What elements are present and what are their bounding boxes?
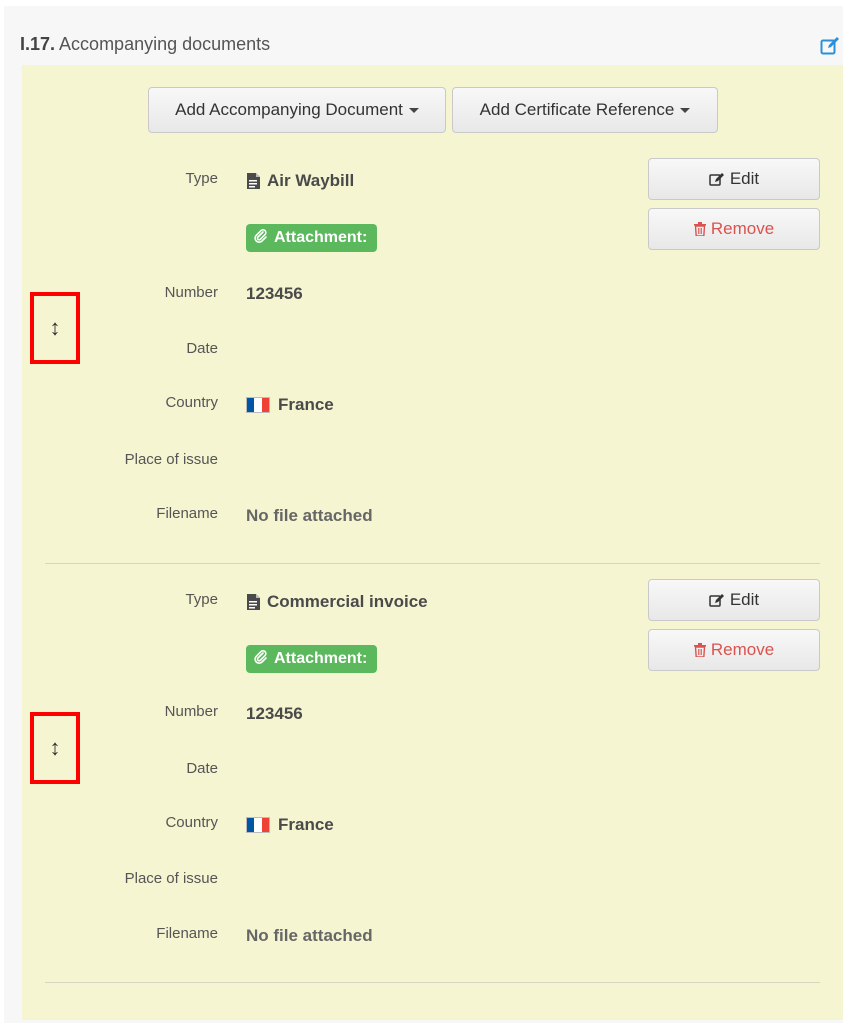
file-text-icon <box>246 173 261 189</box>
divider <box>45 982 820 983</box>
country-label: Country <box>165 394 218 411</box>
paperclip-icon <box>254 649 268 669</box>
edit-label: Edit <box>729 590 760 609</box>
country-value: France <box>246 395 334 415</box>
type-label: Type <box>185 170 218 187</box>
caret-down-icon <box>408 107 419 113</box>
edit-label: Edit <box>729 169 760 188</box>
drag-handle[interactable]: ↕ <box>30 292 80 364</box>
place-of-issue-label: Place of issue <box>124 870 218 887</box>
trash-icon <box>693 643 706 657</box>
edit-icon <box>709 593 725 608</box>
add-accompanying-document-button[interactable]: Add Accompanying Document <box>148 87 446 133</box>
france-flag-icon <box>246 817 270 833</box>
vertical-arrows-icon: ↕ <box>49 315 61 340</box>
filename-label: Filename <box>156 925 218 942</box>
france-flag-icon <box>246 397 270 413</box>
remove-button[interactable]: Remove <box>648 208 820 250</box>
number-value: 123456 <box>246 704 303 723</box>
country-text: France <box>278 395 334 414</box>
type-text: Air Waybill <box>267 171 355 190</box>
country-text: France <box>278 815 334 834</box>
edit-icon <box>709 172 725 187</box>
filename-label: Filename <box>156 505 218 522</box>
filename-value: No file attached <box>246 926 373 945</box>
caret-down-icon <box>680 107 691 113</box>
attachment-badge[interactable]: Attachment: <box>246 224 378 252</box>
section-title: I.17. Accompanying documents <box>20 34 270 55</box>
type-value: Air Waybill <box>246 171 354 191</box>
filename-value: No file attached <box>246 506 373 525</box>
edit-button[interactable]: Edit <box>648 158 820 200</box>
remove-button[interactable]: Remove <box>648 629 820 671</box>
trash-icon <box>693 222 706 236</box>
attachment-label: Attachment: <box>274 229 368 246</box>
number-value: 123456 <box>246 284 303 303</box>
drag-handle[interactable]: ↕ <box>30 712 80 784</box>
add-accompanying-document-label: Add Accompanying Document <box>175 100 403 119</box>
type-value: Commercial invoice <box>246 592 428 612</box>
type-label: Type <box>185 591 218 608</box>
section-title-text: Accompanying documents <box>59 34 271 54</box>
edit-icon[interactable] <box>820 36 840 56</box>
file-text-icon <box>246 594 261 610</box>
attachment-label: Attachment: <box>274 650 368 667</box>
remove-label: Remove <box>710 640 775 659</box>
divider <box>45 563 820 564</box>
place-of-issue-label: Place of issue <box>124 451 218 468</box>
paperclip-icon <box>254 228 268 248</box>
country-label: Country <box>165 814 218 831</box>
attachment-badge[interactable]: Attachment: <box>246 645 378 673</box>
section-number: I.17. <box>20 34 56 54</box>
vertical-arrows-icon: ↕ <box>49 735 61 760</box>
edit-button[interactable]: Edit <box>648 579 820 621</box>
country-value: France <box>246 815 334 835</box>
add-certificate-reference-label: Add Certificate Reference <box>479 100 675 119</box>
add-certificate-reference-button[interactable]: Add Certificate Reference <box>452 87 718 133</box>
remove-label: Remove <box>710 219 775 238</box>
type-text: Commercial invoice <box>267 592 428 611</box>
